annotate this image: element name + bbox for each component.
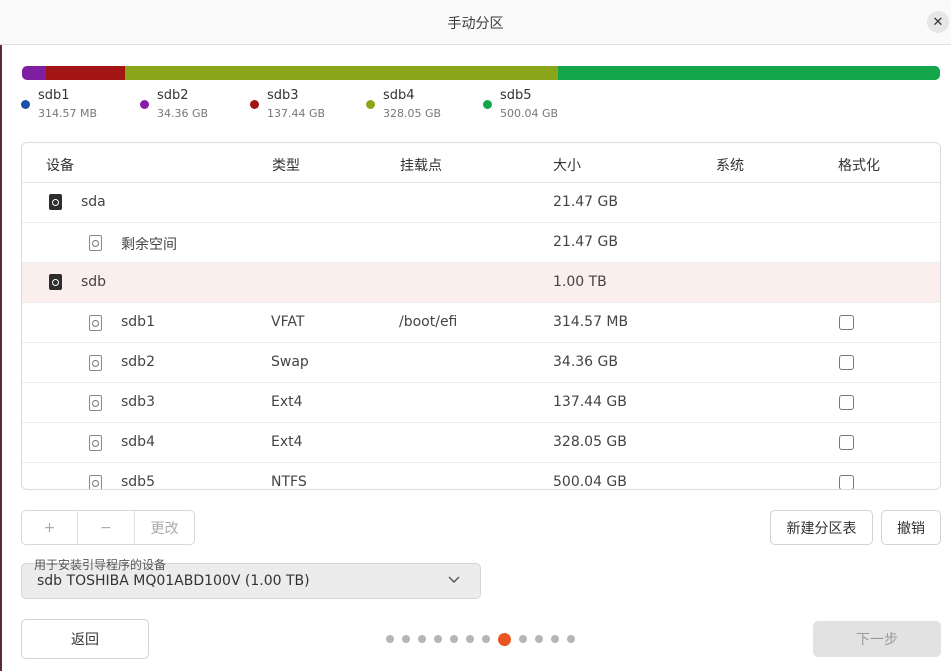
disk-icon	[49, 274, 62, 290]
chevron-down-icon	[448, 576, 460, 583]
format-checkbox[interactable]	[839, 315, 854, 330]
partition-icon	[89, 475, 102, 489]
step-dot	[567, 635, 575, 643]
cell-device: sda	[81, 194, 106, 210]
cell-device: sdb	[81, 274, 107, 290]
step-dot	[519, 635, 527, 643]
table-row[interactable]: sdb1 VFAT/boot/efi 314.57 MB	[22, 303, 940, 343]
window-edge	[0, 0, 2, 671]
format-checkbox[interactable]	[839, 475, 854, 489]
partition-table: 设备 类型 挂载点 大小 系统 格式化 sda 21.47 GB 剩余空间 21.47…	[21, 142, 941, 490]
disk-icon	[49, 194, 62, 210]
legend-dot-icon	[21, 100, 30, 109]
step-dot	[418, 635, 426, 643]
step-dot	[386, 635, 394, 643]
format-checkbox[interactable]	[839, 395, 854, 410]
cell-type: Swap	[271, 354, 309, 370]
legend-dot-icon	[366, 100, 375, 109]
revert-button[interactable]: 撤销	[881, 510, 941, 545]
cell-size: 314.57 MB	[553, 314, 629, 330]
format-checkbox[interactable]	[839, 355, 854, 370]
legend-dot-icon	[140, 100, 149, 109]
cell-type: Ext4	[271, 394, 303, 410]
usage-segment-sdb3	[125, 66, 307, 80]
usage-segment-sdb4	[306, 66, 558, 80]
partition-edit-buttons: + − 更改	[21, 510, 195, 545]
legend-size: 34.36 GB	[157, 107, 209, 120]
table-row[interactable]: sdb2 Swap 34.36 GB	[22, 343, 940, 383]
legend-size: 314.57 MB	[38, 107, 98, 120]
cell-size: 500.04 GB	[553, 474, 627, 490]
partition-icon	[89, 355, 102, 371]
header-type: 类型	[272, 158, 300, 174]
cell-type: VFAT	[271, 314, 305, 330]
legend-name: sdb3	[267, 88, 299, 103]
remove-partition-button[interactable]: −	[78, 511, 135, 544]
legend-size: 328.05 GB	[383, 107, 442, 120]
header-mount: 挂载点	[400, 158, 442, 174]
window-title: 手动分区	[447, 16, 504, 32]
step-dot	[551, 635, 559, 643]
cell-size: 21.47 GB	[553, 234, 618, 250]
next-button[interactable]: 下一步	[813, 621, 941, 657]
step-dot	[402, 635, 410, 643]
cell-device: sdb2	[121, 354, 155, 370]
header-device: 设备	[46, 158, 74, 174]
step-dot-active	[498, 633, 511, 646]
cell-size: 137.44 GB	[553, 394, 627, 410]
legend-dot-icon	[250, 100, 259, 109]
cell-size: 34.36 GB	[553, 354, 618, 370]
boot-device-value: sdb TOSHIBA MQ01ABD100V (1.00 TB)	[37, 573, 310, 589]
header-size: 大小	[553, 158, 581, 174]
step-dot	[466, 635, 474, 643]
legend-name: sdb2	[157, 88, 189, 103]
new-partition-table-button[interactable]: 新建分区表	[770, 510, 873, 545]
table-row[interactable]: sdb4 Ext4 328.05 GB	[22, 423, 940, 463]
legend-name: sdb1	[38, 88, 70, 103]
partition-icon	[89, 315, 102, 331]
cell-device: 剩余空间	[121, 237, 177, 253]
cell-device: sdb1	[121, 314, 155, 330]
table-row[interactable]: sda 21.47 GB	[22, 183, 940, 223]
add-partition-button[interactable]: +	[22, 511, 78, 544]
format-checkbox[interactable]	[839, 435, 854, 450]
legend-dot-icon	[483, 100, 492, 109]
disk-usage-bar	[22, 66, 940, 80]
back-button[interactable]: 返回	[21, 619, 149, 659]
cell-size: 1.00 TB	[553, 274, 607, 290]
table-header: 设备 类型 挂载点 大小 系统 格式化	[22, 143, 940, 183]
change-partition-button[interactable]: 更改	[135, 511, 194, 544]
cell-type: Ext4	[271, 434, 303, 450]
cell-device: sdb4	[121, 434, 155, 450]
step-dot	[434, 635, 442, 643]
cell-size: 328.05 GB	[553, 434, 627, 450]
step-dot	[482, 635, 490, 643]
legend-name: sdb5	[500, 88, 532, 103]
cell-type: NTFS	[271, 474, 307, 490]
title-bar: 手动分区 ✕	[0, 0, 951, 45]
legend-name: sdb4	[383, 88, 415, 103]
cell-mount: /boot/efi	[399, 314, 458, 330]
partition-icon	[89, 435, 102, 451]
cell-size: 21.47 GB	[553, 194, 618, 210]
usage-segment-sdb2	[46, 66, 126, 80]
boot-device-label: 用于安装引导程序的设备	[34, 558, 167, 572]
partition-icon	[89, 235, 102, 251]
close-icon[interactable]: ✕	[927, 11, 949, 33]
cell-device: sdb3	[121, 394, 155, 410]
table-row[interactable]: sdb 1.00 TB	[22, 263, 940, 303]
usage-segment-sdb5	[557, 66, 940, 80]
cell-device: sdb5	[121, 474, 155, 490]
table-row[interactable]: 剩余空间 21.47 GB	[22, 223, 940, 263]
partition-icon	[89, 395, 102, 411]
table-row[interactable]: sdb3 Ext4 137.44 GB	[22, 383, 940, 423]
legend-size: 137.44 GB	[267, 107, 326, 120]
step-dot	[450, 635, 458, 643]
header-system: 系统	[716, 158, 744, 174]
table-row[interactable]: sdb5 NTFS 500.04 GB	[22, 463, 940, 490]
usage-segment-sdb1	[22, 66, 47, 80]
step-dot	[535, 635, 543, 643]
legend-size: 500.04 GB	[500, 107, 559, 120]
header-format: 格式化	[838, 158, 880, 174]
